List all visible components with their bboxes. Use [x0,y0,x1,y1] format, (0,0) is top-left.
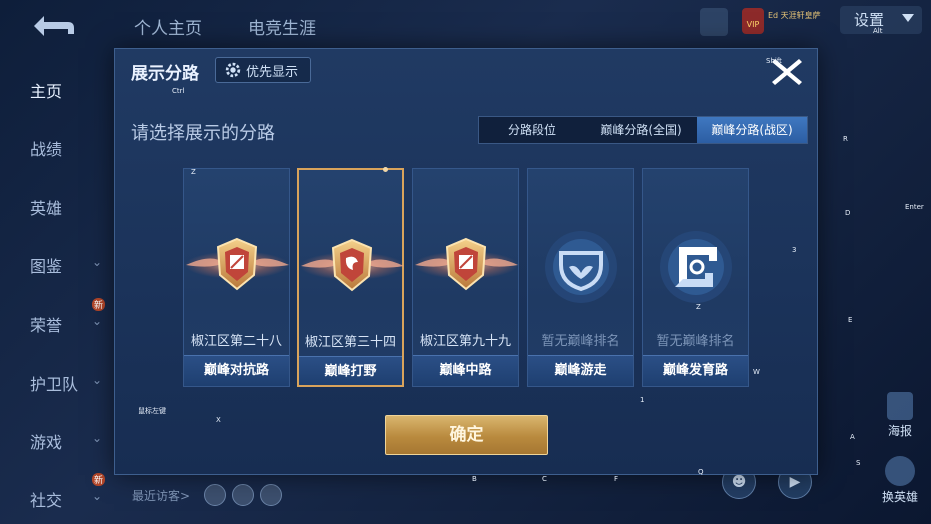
key-hint: Q [698,468,704,476]
chevron-down-icon: ⌄ [92,373,103,387]
lane-card[interactable]: 暂无巅峰排名巅峰发育路 [642,168,749,387]
poster-icon [887,392,913,420]
sidebar-item-label: 护卫队 [30,375,79,394]
key-hint: E [848,316,853,324]
background-top-bar: 个人主页 电竞生涯 VIP Ed 天涯轩皇萨 设置 [0,0,931,48]
key-hint: Enter [905,203,924,211]
lane-role-label: 巅峰对抗路 [184,355,289,386]
new-badge: 新 [92,473,106,486]
lane-card[interactable]: 暂无巅峰排名巅峰游走 [527,168,634,387]
key-hint: A [850,433,855,441]
gear-icon [225,62,241,78]
poster-button[interactable]: 海报 [878,392,922,442]
key-hint: 鼠标左键 [138,407,166,415]
key-hint: W [753,368,760,376]
sidebar-item[interactable]: 荣誉 ⌄ 新 [30,298,110,336]
key-hint: Z [696,303,701,311]
visitor-avatar[interactable] [260,484,282,506]
confirm-button[interactable]: 确定 [385,415,548,455]
select-lane-subtitle: 请选择展示的分路 [131,123,275,144]
dialog-title: 展示分路 [131,64,199,84]
chevron-down-icon [902,14,914,22]
peak-rank-shield-icon [413,217,520,317]
hero-icon [885,456,915,486]
lane-role-label: 巅峰打野 [299,356,402,385]
priority-display-label: 优先显示 [246,65,299,80]
bell-icon[interactable] [700,8,728,36]
peak-rank-shield-icon [299,218,406,318]
rank-text: 椒江区第九十九 [419,334,511,349]
tab-peak-lane-region[interactable]: 巅峰分路(战区) [697,117,807,143]
selected-marker [383,167,388,172]
chevron-down-icon: ⌄ [92,489,103,503]
key-hint: 1 [640,396,645,404]
lane-role-label: 巅峰游走 [528,355,633,386]
sidebar-item-label: 荣誉 [30,316,63,335]
key-hint: Alt [873,27,883,35]
display-lane-dialog: 展示分路 优先显示 请选择展示的分路 分路段位 巅峰分路(全国) 巅峰分路(战区… [114,48,818,475]
sidebar-item-label: 图鉴 [30,257,63,276]
sidebar-item-label: 主页 [30,82,63,101]
key-hint: 3 [792,246,797,254]
lane-role-label: 巅峰发育路 [643,355,748,386]
change-hero-button[interactable]: 换英雄 [872,456,928,506]
vip-icon: VIP [742,8,764,34]
chevron-down-icon: ⌄ [92,255,103,269]
sidebar-item-label: 战绩 [30,140,63,159]
rank-text: 椒江区第三十四 [304,335,396,350]
key-hint: Z [191,168,196,176]
key-hint: R [843,135,848,143]
recent-visitors-label[interactable]: 最近访客> [132,487,190,504]
chevron-down-icon: ⌄ [92,314,103,328]
sidebar-item[interactable]: 护卫队 ⌄ [30,371,110,395]
tab-personal-home[interactable]: 个人主页 [134,14,202,39]
key-hint: B [472,475,477,483]
sidebar-item-label: 社交 [30,491,63,510]
sidebar-item[interactable]: 主页 [30,78,110,102]
vip-badge[interactable]: VIP Ed 天涯轩皇萨 [742,6,832,36]
rank-text: 暂无巅峰排名 [656,334,735,349]
rank-text: 暂无巅峰排名 [541,334,620,349]
change-hero-label: 换英雄 [881,490,918,504]
key-hint: Ctrl [172,87,185,95]
sidebar-item[interactable]: 游戏 ⌄ [30,429,110,453]
new-badge: 新 [92,298,106,311]
lane-type-tabs: 分路段位 巅峰分路(全国) 巅峰分路(战区) [478,116,808,144]
sidebar-item[interactable]: 英雄 [30,195,110,219]
key-hint: Shift [766,57,782,65]
key-hint: X [216,416,221,424]
sidebar-item-label: 游戏 [30,433,63,452]
poster-label: 海报 [887,424,912,438]
visitor-avatar[interactable] [204,484,226,506]
tab-peak-lane-national[interactable]: 巅峰分路(全国) [585,117,697,143]
key-hint: C [542,475,547,483]
lane-role-label: 巅峰中路 [413,355,518,386]
lane-card[interactable]: 椒江区第三十四巅峰打野 [297,167,406,387]
key-hint: D [845,209,851,217]
priority-display-button[interactable]: 优先显示 [215,57,311,83]
marksman-role-icon [643,217,750,317]
sidebar-item[interactable]: 图鉴 ⌄ [30,253,110,277]
tab-esports-career[interactable]: 电竞生涯 [248,14,316,39]
chevron-down-icon: ⌄ [92,431,103,445]
rank-text: 椒江区第二十八 [190,334,282,349]
peak-rank-shield-icon [184,217,291,317]
sidebar-item[interactable]: 战绩 [30,136,110,160]
lane-card[interactable]: 椒江区第九十九巅峰中路 [412,168,519,387]
tab-lane-rank[interactable]: 分路段位 [479,117,585,143]
vip-text: Ed 天涯轩皇萨 [768,11,821,20]
lane-card[interactable]: 椒江区第二十八巅峰对抗路 [183,168,290,387]
sidebar-item[interactable]: 社交 ⌄ 新 [30,473,110,511]
back-arrow-icon[interactable] [28,12,76,40]
sidebar-item-label: 英雄 [30,199,63,218]
key-hint: S [856,459,861,467]
visitor-avatar[interactable] [232,484,254,506]
support-role-icon [528,217,635,317]
key-hint: F [614,475,619,483]
